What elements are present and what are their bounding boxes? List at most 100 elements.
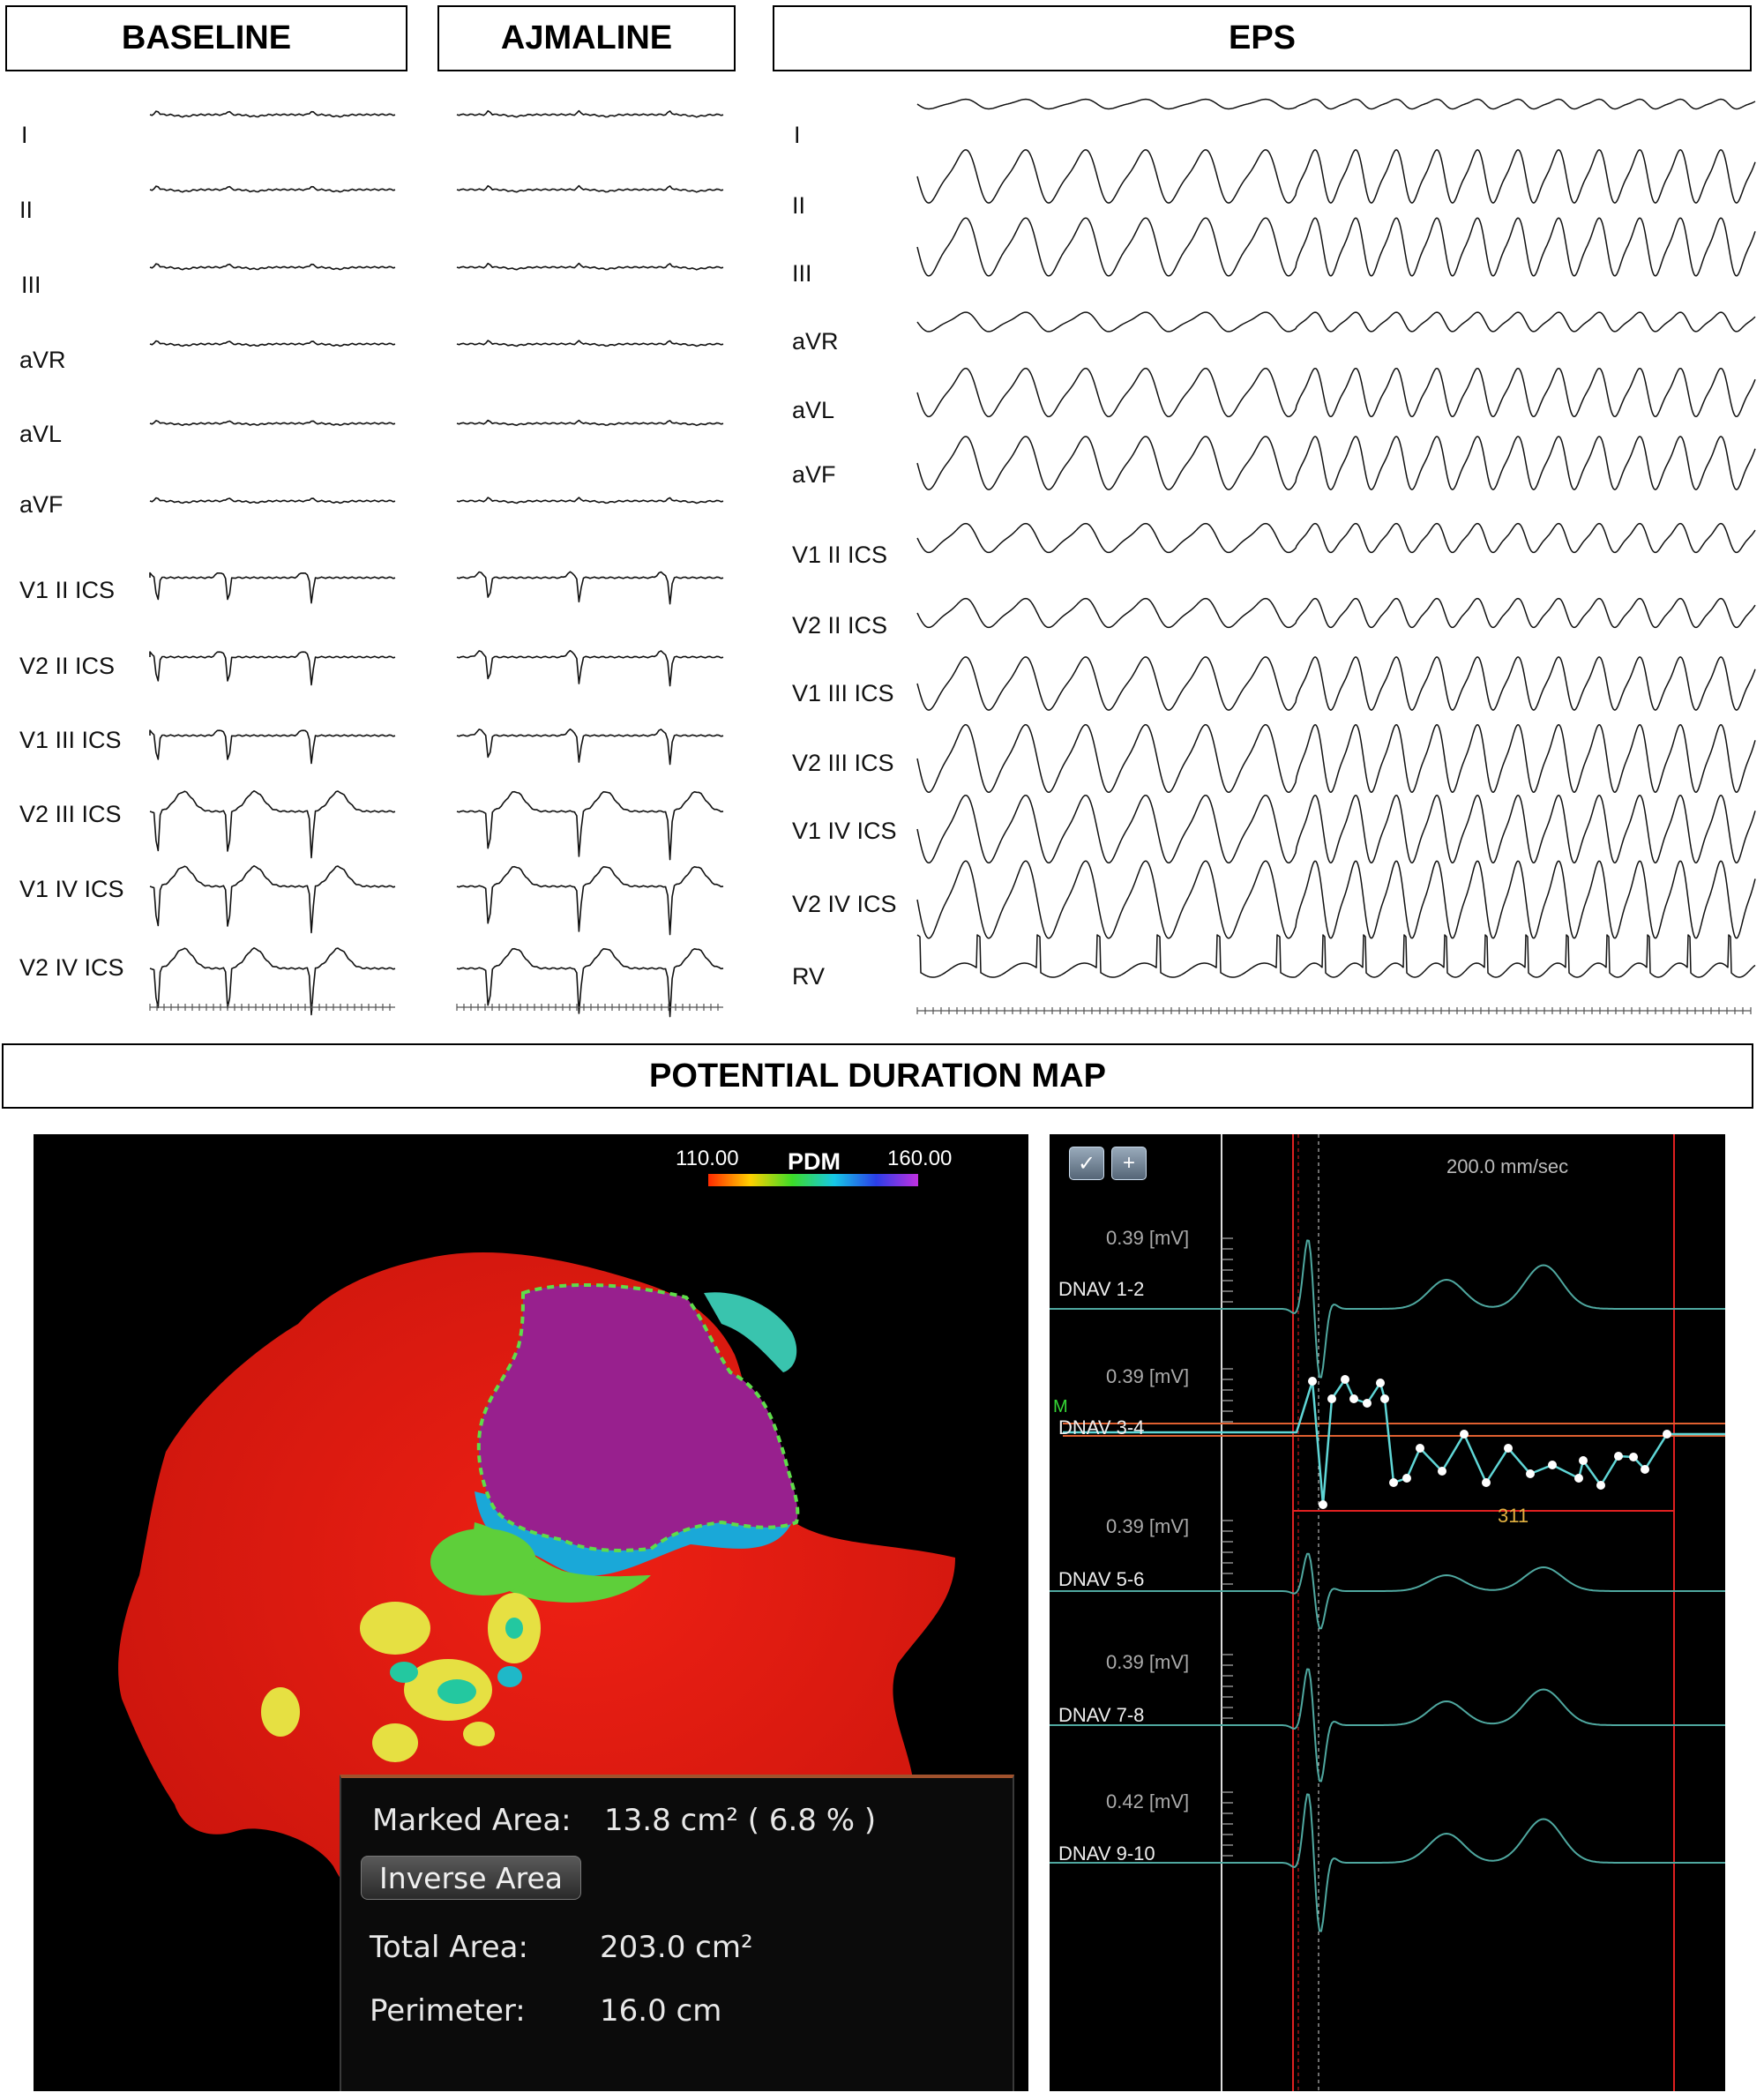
patch: [261, 1687, 300, 1737]
electrogram-panel[interactable]: ✓ + 200.0 mm/sec 0.39 [mV] DNAV 1-2 0.39…: [1050, 1134, 1725, 2091]
annotation-point[interactable]: [1376, 1379, 1385, 1387]
channel-label: DNAV 5-6: [1058, 1568, 1145, 1590]
annotation-point[interactable]: [1460, 1430, 1469, 1439]
eps-ecg-trace: [916, 522, 1756, 554]
baseline-ecg-trace: [149, 572, 396, 604]
annotation-point[interactable]: [1319, 1500, 1327, 1509]
annotation-point[interactable]: [1596, 1481, 1605, 1490]
eps-ecg-trace: [916, 597, 1756, 629]
time-scale-ticks: [456, 1004, 723, 1011]
gain-scale-ticks: [1222, 1654, 1233, 1719]
annotation-point[interactable]: [1389, 1478, 1398, 1487]
sweep-speed: 200.0 mm/sec: [1446, 1155, 1569, 1177]
baseline-ecg-trace: [149, 651, 396, 686]
gain-scale-ticks: [1222, 1237, 1233, 1303]
ajmaline-ecg-trace: [456, 728, 724, 766]
pdm-scale-label: PDM: [788, 1148, 841, 1175]
ajmaline-ecg-trace: [456, 497, 724, 504]
patch: [437, 1679, 476, 1704]
annotation-point[interactable]: [1327, 1394, 1336, 1403]
annotation-point[interactable]: [1363, 1399, 1372, 1408]
channel-gain: 0.39 [mV]: [1106, 1365, 1190, 1387]
eps-ecg-trace: [916, 217, 1756, 277]
annotation-point[interactable]: [1504, 1444, 1513, 1453]
pdm-scale-max: 160.00: [887, 1147, 953, 1170]
area-info-box: Marked Area: 13.8 cm² ( 6.8 % ) Inverse …: [340, 1775, 1014, 2091]
annotation-point[interactable]: [1438, 1467, 1446, 1476]
annotation-point[interactable]: [1349, 1394, 1358, 1403]
duration-value: 311: [1498, 1505, 1529, 1527]
inverse-area-button[interactable]: Inverse Area: [361, 1856, 581, 1900]
annotation-point[interactable]: [1663, 1430, 1671, 1439]
channel-gain: 0.39 [mV]: [1106, 1651, 1190, 1673]
patch: [372, 1723, 418, 1762]
patch: [497, 1666, 522, 1687]
eps-ecg-trace: [916, 367, 1756, 418]
annotation-point[interactable]: [1574, 1474, 1583, 1483]
baseline-ecg-trace: [149, 497, 396, 504]
ajmaline-ecg-trace: [456, 262, 724, 271]
annotation-point[interactable]: [1641, 1465, 1649, 1474]
add-signal-icon[interactable]: +: [1111, 1147, 1147, 1180]
pdm-color-scale: [708, 1174, 918, 1186]
channel-gain: 0.39 [mV]: [1106, 1515, 1190, 1537]
total-area-value: 203.0 cm²: [600, 1930, 753, 1965]
time-scale-ticks: [149, 1004, 395, 1011]
marker-label: M: [1053, 1397, 1068, 1416]
eps-ecg-trace: [916, 149, 1756, 204]
eps-ecg-trace: [916, 311, 1756, 333]
ajmaline-ecg-trace: [456, 865, 724, 936]
eps-ecg-trace: [916, 794, 1756, 864]
ajmaline-ecg-trace: [456, 184, 724, 193]
annotation-point[interactable]: [1341, 1375, 1349, 1384]
channel-gain: 0.39 [mV]: [1106, 1227, 1190, 1249]
gain-scale-ticks: [1222, 1791, 1233, 1857]
eps-ecg-trace: [916, 436, 1756, 490]
egm-trace: [1050, 1239, 1725, 1379]
channel-label: DNAV 3-4: [1058, 1416, 1145, 1439]
channel-label: DNAV 9-10: [1058, 1842, 1155, 1865]
baseline-ecg-trace: [149, 420, 396, 426]
annotation-point[interactable]: [1579, 1456, 1588, 1465]
ajmaline-ecg-trace: [456, 419, 724, 427]
egm-trace: [1050, 1552, 1725, 1630]
baseline-ecg-trace: [149, 729, 396, 765]
ajmaline-ecg-trace: [456, 790, 724, 861]
ajmaline-ecg-trace: [456, 649, 724, 687]
baseline-ecg-trace: [149, 185, 396, 193]
eps-ecg-trace: [916, 934, 1756, 978]
annotation-point[interactable]: [1526, 1469, 1535, 1478]
annotation-point[interactable]: [1482, 1478, 1491, 1487]
ajmaline-ecg-trace: [456, 571, 724, 605]
marked-area-value: 13.8 cm² ( 6.8 % ): [604, 1803, 877, 1838]
ecg-traces: [149, 98, 1756, 1018]
egm-trace: [1050, 1668, 1725, 1782]
annotation-point[interactable]: [1416, 1444, 1424, 1453]
perimeter-value: 16.0 cm: [600, 1993, 722, 2029]
total-area-label: Total Area:: [370, 1930, 528, 1965]
baseline-ecg-trace: [149, 340, 396, 348]
channel-label: DNAV 1-2: [1058, 1278, 1145, 1300]
annotation-point[interactable]: [1629, 1453, 1638, 1461]
eps-ecg-trace: [916, 656, 1756, 711]
eps-time-scale-ticks: [916, 1007, 1752, 1014]
pdm-scale-min: 110.00: [676, 1147, 739, 1170]
ruler-tool-icon[interactable]: ✓: [1069, 1147, 1104, 1180]
eps-ecg-trace: [916, 98, 1756, 110]
annotation-point[interactable]: [1614, 1452, 1623, 1461]
eps-ecg-trace: [916, 860, 1756, 939]
annotation-point[interactable]: [1308, 1377, 1317, 1386]
annotation-point[interactable]: [1402, 1474, 1411, 1483]
gain-scale-ticks: [1222, 1520, 1233, 1585]
annotation-point[interactable]: [1380, 1394, 1389, 1403]
baseline-ecg-trace: [149, 947, 396, 1016]
ajmaline-ecg-trace: [456, 947, 724, 1018]
channel-gain: 0.42 [mV]: [1106, 1790, 1190, 1812]
annotation-point[interactable]: [1548, 1461, 1557, 1469]
ajmaline-ecg-trace: [456, 109, 724, 118]
patch: [505, 1618, 523, 1639]
patch: [390, 1662, 418, 1683]
channel-label: DNAV 7-8: [1058, 1704, 1145, 1726]
baseline-ecg-trace: [149, 263, 396, 271]
potential-duration-map[interactable]: 110.00 PDM 160.00 Marked Area: 13.8 cm² …: [34, 1134, 1028, 2091]
